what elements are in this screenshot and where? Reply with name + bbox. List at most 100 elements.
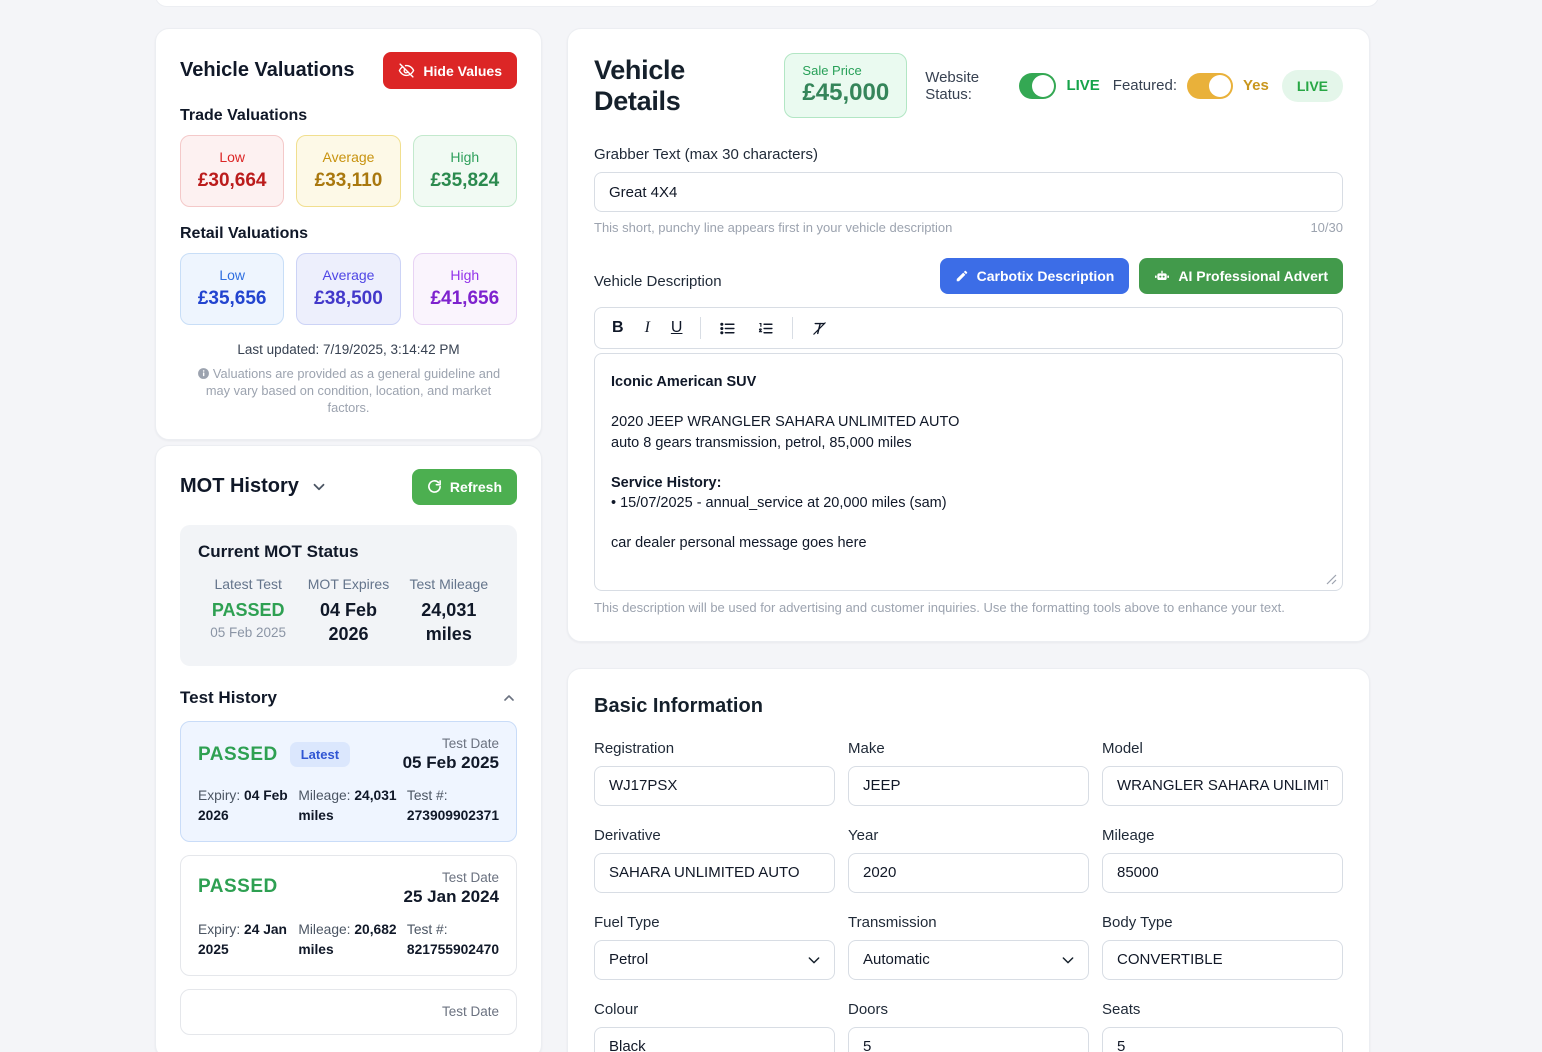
test-history-entry: PASSED Test Date 25 Jan 2024 Expiry: 24 … [180,855,517,976]
mileage-input[interactable] [1102,853,1343,893]
transmission-select[interactable] [848,940,1089,980]
sale-price-badge: Sale Price £45,000 [784,53,907,118]
grabber-text-input[interactable] [594,172,1343,212]
field-make: Make [848,740,1089,806]
mot-expires-value: 04 Feb 2026 [302,598,394,647]
expiry-label: Expiry: [198,788,240,803]
chevron-down-icon[interactable] [310,478,328,496]
hide-values-button[interactable]: Hide Values [383,52,517,89]
toggle-knob [1032,75,1054,97]
field-colour: Colour [594,1001,835,1052]
retail-high-label: High [420,267,510,283]
test-mileage-value: 24,031 miles [403,598,495,647]
toolbar-divider [792,317,793,339]
retail-average-value: £38,500 [303,288,393,310]
make-input[interactable] [848,766,1089,806]
description-service-history: Service History: • 15/07/2025 - annual_s… [611,473,1326,514]
vehicle-description-label: Vehicle Description [594,273,722,290]
mot-history-panel: MOT History Refresh Current MOT Status [155,445,542,1052]
latest-test-label: Latest Test [202,576,294,592]
website-status-group: Website Status: LIVE [925,69,1100,103]
carbotix-description-button[interactable]: Carbotix Description [940,258,1130,294]
vehicle-details-panel: Vehicle Details Sale Price £45,000 Websi… [567,28,1370,642]
website-status-label: Website Status: [925,69,1009,103]
italic-button[interactable]: I [642,318,653,338]
seats-input[interactable] [1102,1027,1343,1052]
entry-expiry: Expiry: 04 Feb 2026 [198,786,290,826]
body-type-input[interactable] [1102,940,1343,980]
description-line: auto 8 gears transmission, petrol, 85,00… [611,435,912,451]
colour-label: Colour [594,1001,835,1018]
valuations-disclaimer-text: Valuations are provided as a general gui… [206,366,500,415]
test-history-title: Test History [180,688,277,708]
left-column: Vehicle Valuations Hide Values Trade Val… [155,28,542,1052]
trade-valuations-title: Trade Valuations [180,107,517,125]
test-number-value: 821755902470 [407,942,499,957]
vehicle-valuations-title: Vehicle Valuations [180,59,355,82]
field-year: Year [848,827,1089,893]
trade-average-value: £33,110 [303,170,393,192]
model-label: Model [1102,740,1343,757]
editor-toolbar: B I U [594,307,1343,349]
live-status-badge: LIVE [1282,70,1343,102]
chevron-up-icon[interactable] [501,690,517,706]
year-label: Year [848,827,1089,844]
website-status-toggle[interactable] [1019,73,1056,99]
test-mileage-column: Test Mileage 24,031 miles [399,576,499,647]
refresh-button[interactable]: Refresh [412,469,517,505]
refresh-icon [427,479,442,494]
vehicle-valuations-panel: Vehicle Valuations Hide Values Trade Val… [155,28,542,440]
bold-button[interactable]: B [609,318,627,338]
refresh-label: Refresh [450,479,502,495]
bullet-list-button[interactable] [716,318,739,338]
doors-input[interactable] [848,1027,1089,1052]
underline-button[interactable]: U [668,318,686,338]
test-date-value: 25 Jan 2024 [404,887,499,907]
basic-information-title: Basic Information [594,695,1343,718]
field-mileage: Mileage [1102,827,1343,893]
ai-professional-advert-label: AI Professional Advert [1178,268,1328,284]
entry-mileage: Mileage: 24,031 miles [298,786,399,826]
registration-input[interactable] [594,766,835,806]
featured-value: Yes [1243,77,1269,94]
retail-average-label: Average [303,267,393,283]
vehicle-description-editor[interactable]: Iconic American SUV 2020 JEEP WRANGLER S… [594,353,1343,591]
sale-price-value: £45,000 [802,79,889,107]
sale-price-label: Sale Price [802,63,889,78]
test-history-entry: Test Date [180,989,517,1035]
info-icon [197,367,210,380]
trade-low-value: £30,664 [187,170,277,192]
current-mot-status-title: Current MOT Status [198,542,499,562]
resize-handle-icon[interactable] [1326,574,1337,585]
trade-high-box: High £35,824 [413,135,517,207]
numbered-list-button[interactable] [754,318,777,338]
entry-mileage: Mileage: 20,682 miles [298,920,399,960]
retail-average-box: Average £38,500 [296,253,400,325]
trade-low-box: Low £30,664 [180,135,284,207]
doors-label: Doors [848,1001,1089,1018]
trade-average-box: Average £33,110 [296,135,400,207]
latest-test-column: Latest Test PASSED 05 Feb 2025 [198,576,298,647]
ai-professional-advert-button[interactable]: AI Professional Advert [1139,258,1343,294]
clear-formatting-button[interactable] [808,318,831,338]
colour-input[interactable] [594,1027,835,1052]
grabber-helper-text: This short, punchy line appears first in… [594,220,952,235]
right-column: Vehicle Details Sale Price £45,000 Websi… [567,28,1370,1052]
fuel-type-select[interactable] [594,940,835,980]
test-history-entry: PASSED Latest Test Date 05 Feb 2025 Expi… [180,721,517,842]
field-fuel-type: Fuel Type [594,914,835,980]
year-input[interactable] [848,853,1089,893]
top-cutoff-card [155,0,1379,7]
latest-test-date: 05 Feb 2025 [202,625,294,640]
featured-toggle[interactable] [1187,73,1233,99]
derivative-input[interactable] [594,853,835,893]
model-input[interactable] [1102,766,1343,806]
grabber-char-counter: 10/30 [1310,220,1343,235]
seats-label: Seats [1102,1001,1343,1018]
transmission-label: Transmission [848,914,1089,931]
trade-valuations-row: Low £30,664 Average £33,110 High £35,824 [180,135,517,207]
derivative-label: Derivative [594,827,835,844]
eye-off-icon [398,62,415,79]
featured-label: Featured: [1113,77,1177,94]
mileage-label: Mileage: [298,788,350,803]
